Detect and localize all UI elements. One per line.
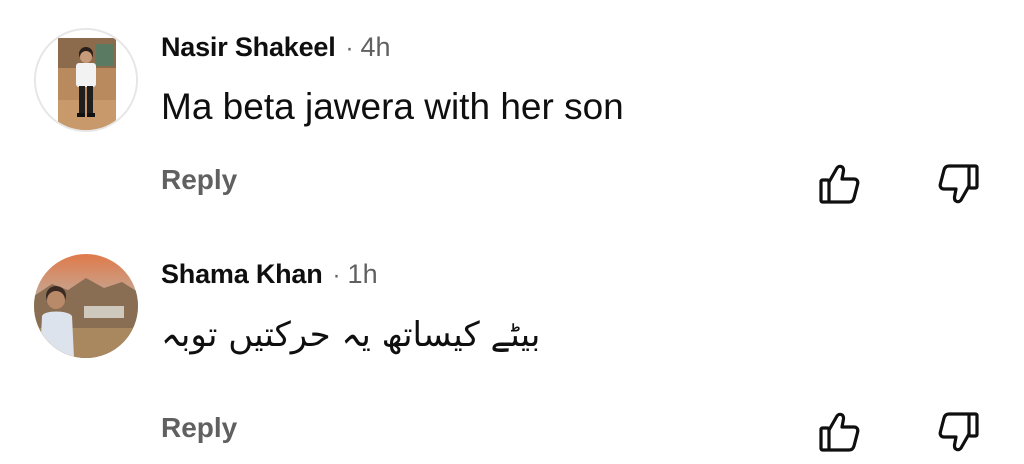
comment-timestamp[interactable]: 4h <box>361 32 391 63</box>
meta-separator: · <box>345 35 354 62</box>
comment-item: Shama Khan · 1h بیٹے کیساتھ یہ حرکتیں تو… <box>0 232 1024 464</box>
reply-button[interactable]: Reply <box>161 412 237 444</box>
like-button[interactable] <box>817 410 861 454</box>
author-name[interactable]: Shama Khan <box>161 259 323 290</box>
dislike-button[interactable] <box>937 162 981 206</box>
comment-timestamp[interactable]: 1h <box>348 259 378 290</box>
comment-header: Shama Khan · 1h <box>161 259 378 290</box>
reply-button[interactable]: Reply <box>161 164 237 196</box>
avatar-photo <box>34 254 138 358</box>
author-name[interactable]: Nasir Shakeel <box>161 32 336 63</box>
avatar[interactable] <box>34 254 138 358</box>
thumbs-up-icon <box>819 412 860 452</box>
like-button[interactable] <box>817 162 861 206</box>
thumbs-down-icon <box>938 164 979 204</box>
comment-text: Ma beta jawera with her son <box>161 86 624 127</box>
avatar-photo <box>36 30 136 130</box>
comment-text: بیٹے کیساتھ یہ حرکتیں توبہ <box>161 315 541 355</box>
meta-separator: · <box>332 262 341 289</box>
comment-item: Nasir Shakeel · 4h Ma beta jawera with h… <box>0 0 1024 232</box>
avatar[interactable] <box>34 28 138 132</box>
thumbs-up-icon <box>819 164 860 204</box>
thumbs-down-icon <box>938 412 979 452</box>
comment-header: Nasir Shakeel · 4h <box>161 32 391 63</box>
dislike-button[interactable] <box>937 410 981 454</box>
